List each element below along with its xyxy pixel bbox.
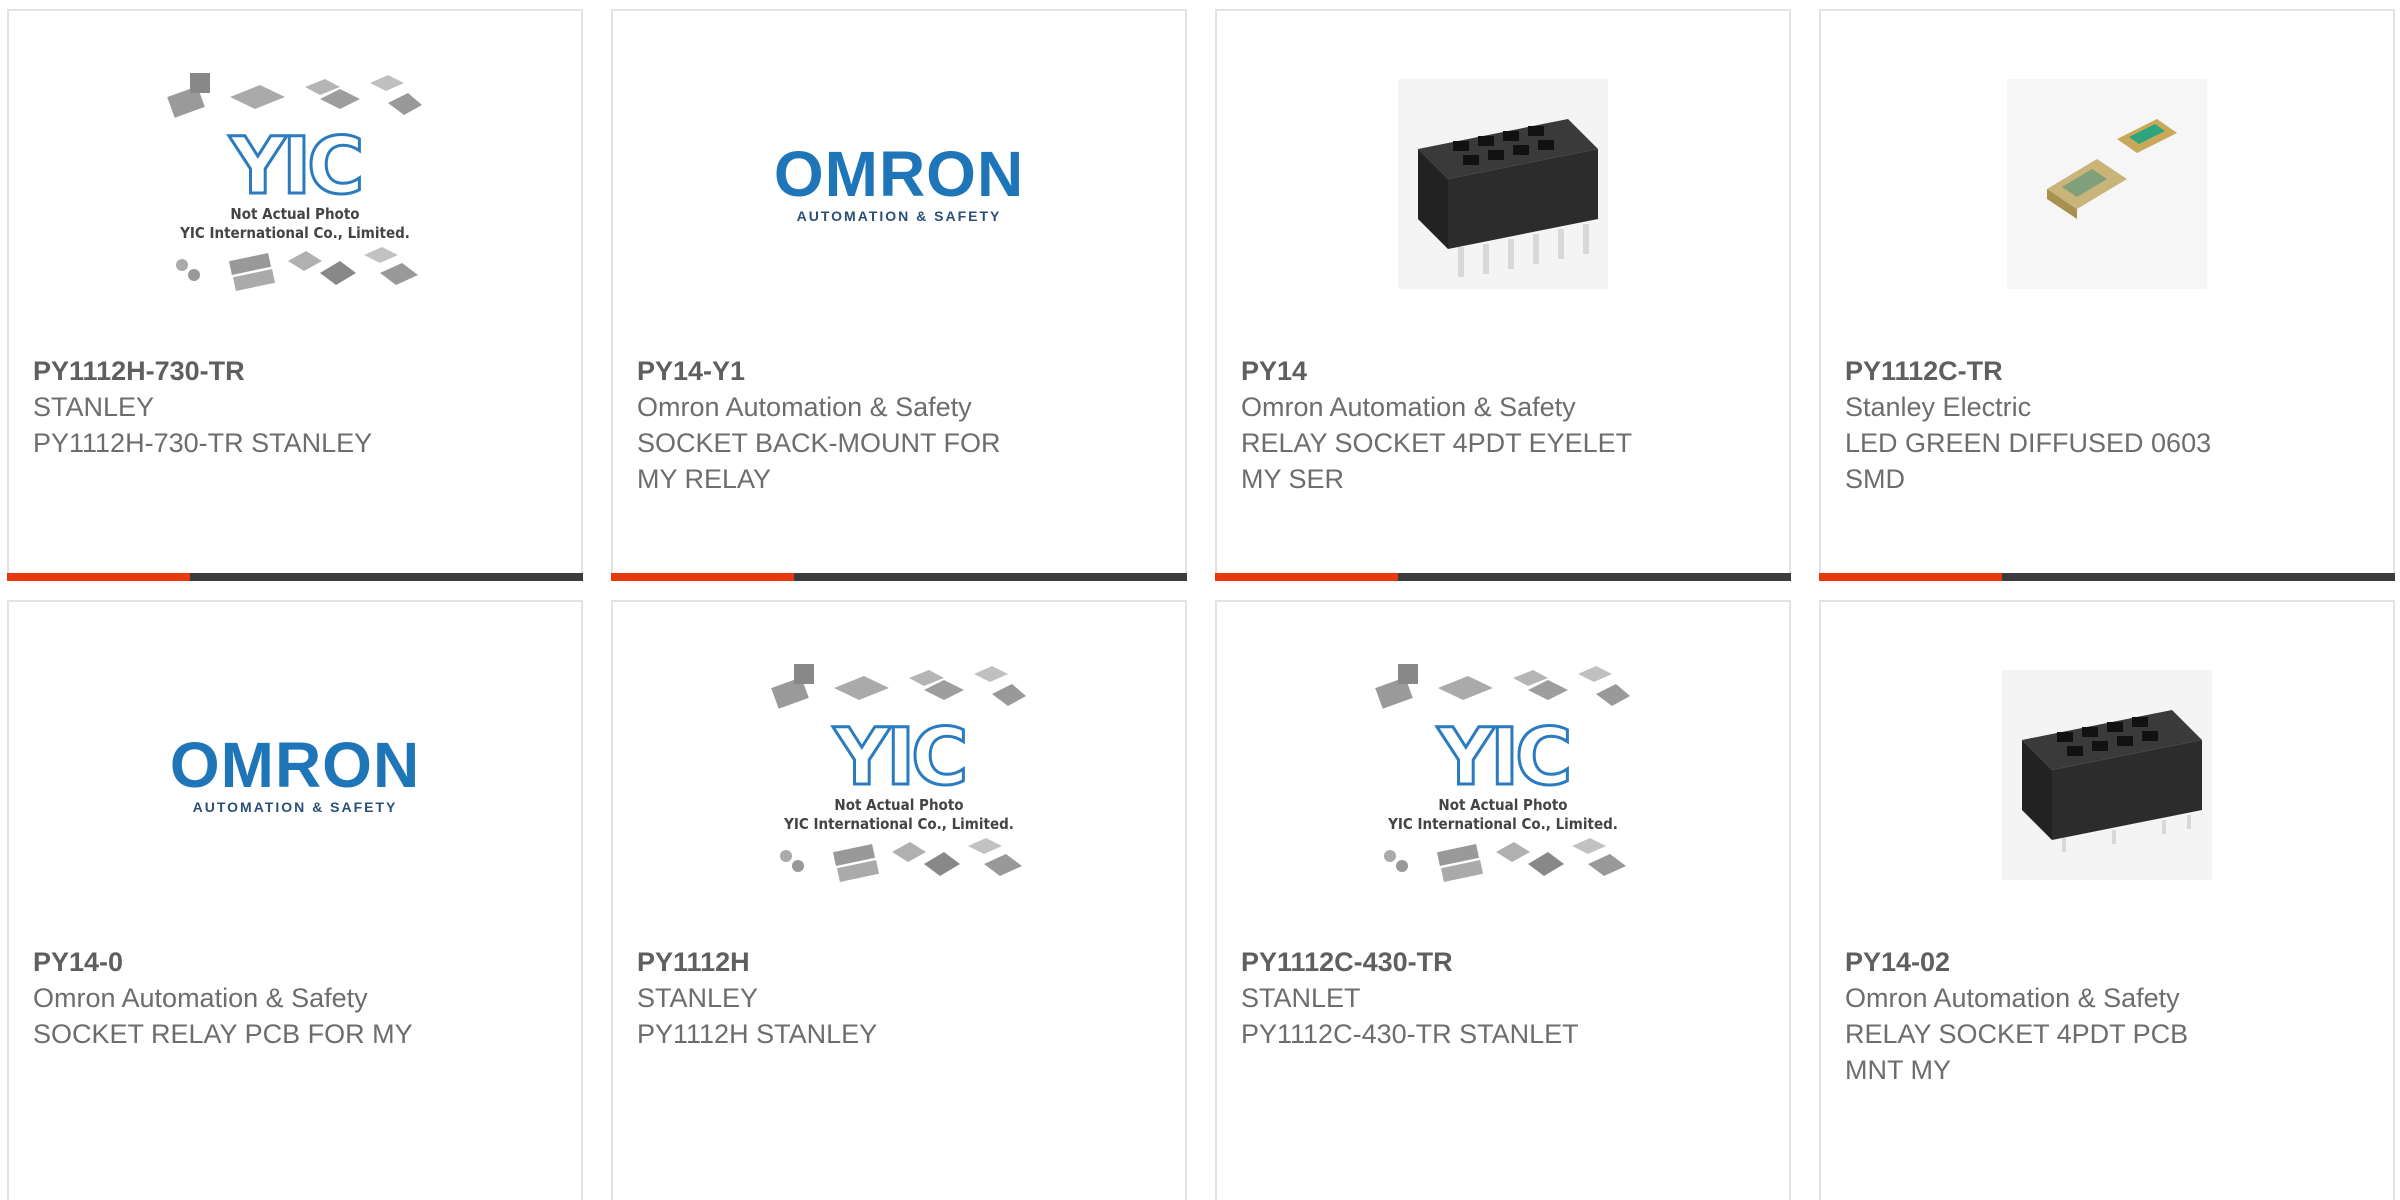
product-card[interactable]: OMRON AUTOMATION & SAFETY PY14-Y1 Omron … <box>611 9 1187 581</box>
product-card[interactable]: YIC Not Actual Photo YIC International C… <box>1215 600 1791 1200</box>
product-image[interactable] <box>1821 602 2393 947</box>
part-number-link[interactable]: PY14-Y1 <box>637 353 1169 389</box>
manufacturer: Omron Automation & Safety <box>1241 392 1576 422</box>
description: MY SER <box>1241 464 1345 494</box>
product-image[interactable]: OMRON AUTOMATION & SAFETY <box>9 602 581 947</box>
yic-placeholder-icon: YIC Not Actual Photo YIC International C… <box>1368 660 1638 889</box>
description: PY1112H STANLEY <box>637 1019 878 1049</box>
relay-socket-photo <box>2002 669 2212 880</box>
product-info: PY14-Y1 Omron Automation & Safety SOCKET… <box>637 353 1169 497</box>
part-number-link[interactable]: PY14 <box>1241 353 1773 389</box>
card-bottom-bar <box>611 573 1187 581</box>
card-accent <box>611 573 794 581</box>
product-info: PY1112H STANLEY PY1112H STANLEY <box>637 944 1169 1052</box>
card-bottom-bar <box>7 573 583 581</box>
product-image[interactable]: YIC Not Actual Photo YIC International C… <box>9 11 581 356</box>
product-card[interactable]: PY1112C-TR Stanley Electric LED GREEN DI… <box>1819 9 2395 581</box>
omron-logo: OMRON AUTOMATION & SAFETY <box>169 728 421 815</box>
part-number-link[interactable]: PY1112H-730-TR <box>33 353 565 389</box>
product-info: PY1112H-730-TR STANLEY PY1112H-730-TR ST… <box>33 353 565 461</box>
product-image[interactable] <box>1217 11 1789 356</box>
description: PY1112C-430-TR STANLET <box>1241 1019 1579 1049</box>
led-photo <box>2007 78 2207 289</box>
product-image[interactable]: YIC Not Actual Photo YIC International C… <box>1217 602 1789 947</box>
product-image[interactable]: OMRON AUTOMATION & SAFETY <box>613 11 1185 356</box>
description: RELAY SOCKET 4PDT PCB <box>1845 1019 2189 1049</box>
part-number-link[interactable]: PY1112C-430-TR <box>1241 944 1773 980</box>
part-number-link[interactable]: PY14-0 <box>33 944 565 980</box>
product-image[interactable] <box>1821 11 2393 356</box>
manufacturer: Omron Automation & Safety <box>637 392 972 422</box>
manufacturer: Stanley Electric <box>1845 392 2032 422</box>
omron-logo: OMRON AUTOMATION & SAFETY <box>773 137 1025 224</box>
product-card[interactable]: PY14 Omron Automation & Safety RELAY SOC… <box>1215 9 1791 581</box>
manufacturer: STANLEY <box>33 392 155 422</box>
description: SOCKET BACK-MOUNT FOR <box>637 428 1001 458</box>
description: SMD <box>1845 464 1905 494</box>
product-card[interactable]: PY14-02 Omron Automation & Safety RELAY … <box>1819 600 2395 1200</box>
yic-placeholder-icon: YIC Not Actual Photo YIC International C… <box>160 69 430 298</box>
product-info: PY14 Omron Automation & Safety RELAY SOC… <box>1241 353 1773 497</box>
card-bottom-bar <box>1819 573 2395 581</box>
yic-placeholder-icon: YIC Not Actual Photo YIC International C… <box>764 660 1034 889</box>
product-info: PY1112C-430-TR STANLET PY1112C-430-TR ST… <box>1241 944 1773 1052</box>
relay-socket-photo <box>1398 78 1608 289</box>
card-accent <box>1215 573 1398 581</box>
description: SOCKET RELAY PCB FOR MY <box>33 1019 413 1049</box>
product-card[interactable]: YIC Not Actual Photo YIC International C… <box>611 600 1187 1200</box>
card-accent <box>1819 573 2002 581</box>
card-bottom-bar <box>1215 573 1791 581</box>
manufacturer: STANLET <box>1241 983 1361 1013</box>
manufacturer: Omron Automation & Safety <box>1845 983 2180 1013</box>
description: MY RELAY <box>637 464 772 494</box>
description: LED GREEN DIFFUSED 0603 <box>1845 428 2212 458</box>
product-grid: YIC Not Actual Photo YIC International C… <box>0 0 2400 1200</box>
part-number-link[interactable]: PY1112C-TR <box>1845 353 2377 389</box>
product-info: PY14-02 Omron Automation & Safety RELAY … <box>1845 944 2377 1088</box>
part-number-link[interactable]: PY1112H <box>637 944 1169 980</box>
product-info: PY14-0 Omron Automation & Safety SOCKET … <box>33 944 565 1052</box>
manufacturer: STANLEY <box>637 983 759 1013</box>
product-info: PY1112C-TR Stanley Electric LED GREEN DI… <box>1845 353 2377 497</box>
manufacturer: Omron Automation & Safety <box>33 983 368 1013</box>
product-image[interactable]: YIC Not Actual Photo YIC International C… <box>613 602 1185 947</box>
description: MNT MY <box>1845 1055 1951 1085</box>
card-accent <box>7 573 190 581</box>
product-card[interactable]: YIC Not Actual Photo YIC International C… <box>7 9 583 581</box>
part-number-link[interactable]: PY14-02 <box>1845 944 2377 980</box>
product-card[interactable]: OMRON AUTOMATION & SAFETY PY14-0 Omron A… <box>7 600 583 1200</box>
description: PY1112H-730-TR STANLEY <box>33 428 373 458</box>
description: RELAY SOCKET 4PDT EYELET <box>1241 428 1633 458</box>
